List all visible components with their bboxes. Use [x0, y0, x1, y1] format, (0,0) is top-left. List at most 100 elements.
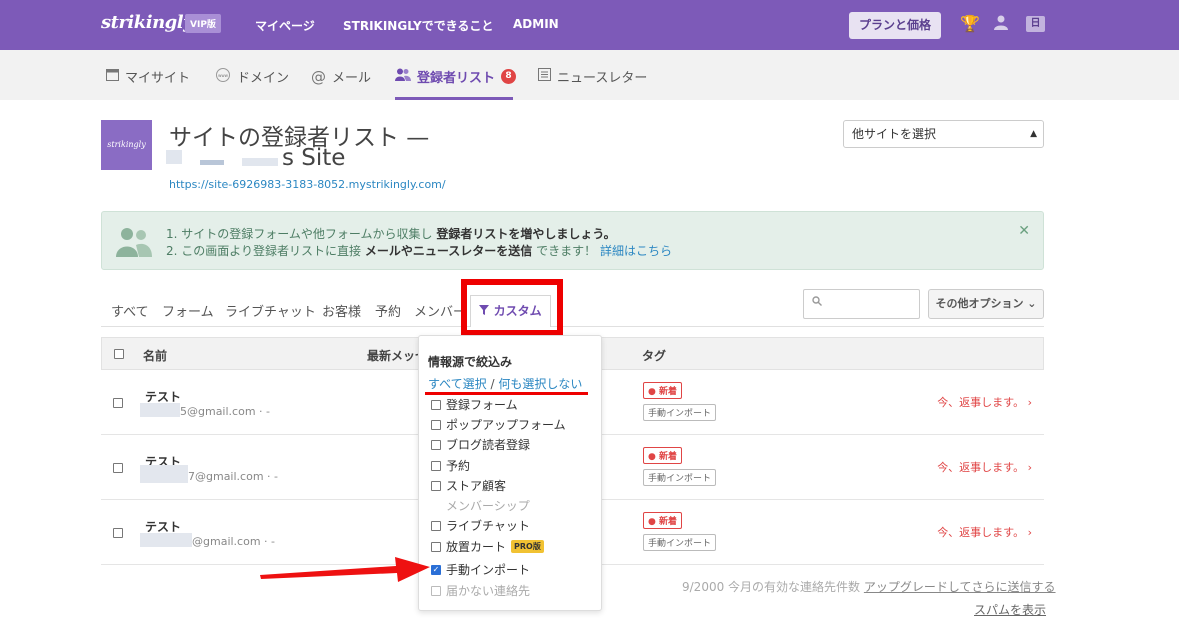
www-icon: www	[215, 67, 231, 86]
chevron-right-icon: ›	[1027, 526, 1032, 539]
at-icon: @	[311, 67, 326, 86]
contact-email: 5@gmail.com · -	[180, 405, 270, 418]
filter-option-popup-form[interactable]: ポップアップフォーム	[431, 416, 566, 433]
subnav-domain[interactable]: www ドメイン	[215, 67, 289, 86]
strikingly-logo[interactable]: strikingly	[101, 12, 194, 33]
tabs-divider	[101, 326, 1044, 327]
select-none-link[interactable]: 何も選択しない	[498, 377, 582, 391]
tab-all[interactable]: すべて	[111, 301, 149, 320]
show-spam-link[interactable]: スパムを表示	[974, 601, 1046, 618]
details-link[interactable]: 詳細はこちら	[600, 244, 672, 258]
user-icon[interactable]	[993, 14, 1009, 34]
column-name: 名前	[143, 349, 168, 363]
redacted-text	[200, 160, 224, 165]
people-icon	[395, 68, 411, 85]
contact-email: @gmail.com · -	[192, 535, 275, 548]
window-icon	[106, 68, 119, 85]
redacted-text	[242, 158, 278, 166]
vip-badge: VIP版	[185, 14, 221, 33]
filter-option-store-customers[interactable]: ストア顧客	[431, 477, 506, 494]
subnav-label: 登録者リスト	[417, 71, 496, 86]
option-checkbox[interactable]	[431, 439, 441, 450]
option-checkbox[interactable]	[431, 419, 441, 430]
filter-option-undeliverable[interactable]: 届かない連絡先	[431, 582, 530, 599]
tab-form[interactable]: フォーム	[162, 301, 214, 320]
separator: /	[490, 377, 495, 391]
option-checkbox[interactable]	[431, 399, 441, 410]
source-filter-dropdown: 情報源で絞込み すべて選択 / 何も選択しない 登録フォーム ポップアップフォー…	[418, 335, 602, 611]
subnav-mail[interactable]: @ メール	[311, 67, 372, 87]
contact-count: 9/2000 今月の有効な連絡先件数 アップグレードしてさらに送信する	[682, 580, 1056, 594]
tab-members[interactable]: メンバー	[414, 301, 462, 320]
column-tags: タグ	[642, 349, 667, 363]
row-checkbox[interactable]	[113, 528, 123, 538]
select-links: すべて選択 / 何も選択しない	[428, 375, 582, 392]
select-value: 他サイトを選択	[852, 127, 937, 141]
tab-live-chat[interactable]: ライブチャット	[225, 301, 316, 320]
annotation-underline	[425, 392, 588, 395]
chevron-right-icon: ›	[1027, 396, 1032, 409]
plan-pricing-button[interactable]: プランと価格	[849, 12, 941, 39]
tag-manual-import: 手動インポート	[643, 534, 717, 551]
dropdown-title: 情報源で絞込み	[428, 355, 513, 369]
top-bar: strikingly VIP版 マイページ STRIKINGLYでできること A…	[0, 0, 1179, 50]
pro-badge: PRO版	[511, 540, 544, 553]
upgrade-link[interactable]: アップグレードしてさらに送信する	[864, 580, 1056, 594]
nav-features[interactable]: STRIKINGLYでできること	[343, 17, 493, 34]
annotation-arrow-icon	[258, 553, 433, 592]
tag-new: ● 新着	[643, 447, 682, 464]
select-arrows-icon: ▲	[1030, 129, 1037, 139]
tag-manual-import: 手動インポート	[643, 469, 717, 486]
row-checkbox[interactable]	[113, 398, 123, 408]
subnav-label: メール	[332, 71, 372, 86]
subnav-label: ドメイン	[237, 71, 290, 86]
other-options-button[interactable]: その他オプション ⌄	[928, 289, 1044, 319]
tab-customers[interactable]: お客様	[322, 301, 361, 320]
language-button[interactable]: 日	[1026, 16, 1045, 32]
info-banner: 1. サイトの登録フォームや他フォームから収集し 登録者リストを増やしましょう。…	[101, 211, 1044, 270]
select-all-link[interactable]: すべて選択	[428, 377, 487, 391]
row-checkbox[interactable]	[113, 463, 123, 473]
redacted-text	[140, 403, 180, 417]
search-input[interactable]	[803, 289, 920, 319]
redacted-text	[140, 465, 188, 483]
tag-manual-import: 手動インポート	[643, 404, 717, 421]
trophy-icon[interactable]: 🏆	[960, 14, 980, 33]
page-title-site: s Site	[282, 145, 346, 171]
other-site-select[interactable]: 他サイトを選択 ▲	[843, 120, 1044, 148]
banner-line-1: 1. サイトの登録フォームや他フォームから収集し 登録者リストを増やしましょう。	[166, 227, 616, 241]
filter-option-booking[interactable]: 予約	[431, 457, 470, 474]
subnav-my-sites[interactable]: マイサイト	[106, 67, 190, 86]
option-checkbox[interactable]	[431, 520, 441, 531]
option-checkbox[interactable]	[431, 541, 441, 552]
option-checkbox[interactable]	[431, 480, 441, 491]
tag-new: ● 新着	[643, 382, 682, 399]
nav-admin[interactable]: ADMIN	[513, 17, 559, 31]
tab-booking[interactable]: 予約	[375, 301, 401, 320]
banner-line-2: 2. この画面より登録者リストに直接 メールやニュースレターを送信 できます！ …	[166, 244, 672, 258]
filter-option-manual-import[interactable]: ✓ 手動インポート	[431, 561, 530, 578]
chevron-right-icon: ›	[1027, 461, 1032, 474]
svg-text:www: www	[218, 73, 229, 78]
reply-link[interactable]: 今、返事します。 ›	[937, 524, 1032, 540]
newsletter-icon	[538, 68, 551, 85]
subnav-subscriber-list[interactable]: 登録者リスト 8	[395, 67, 517, 86]
filter-option-membership: メンバーシップ	[446, 499, 530, 513]
contact-email: 7@gmail.com · -	[188, 470, 278, 483]
sub-nav: マイサイト www ドメイン @ メール 登録者リスト 8 ニュースレター	[0, 50, 1179, 100]
notification-badge: 8	[501, 69, 517, 84]
site-url-link[interactable]: https://site-6926983-3183-8052.mystrikin…	[169, 178, 446, 191]
reply-link[interactable]: 今、返事します。 ›	[937, 394, 1032, 410]
close-icon[interactable]: ✕	[1018, 223, 1030, 239]
subnav-newsletter[interactable]: ニュースレター	[538, 67, 647, 86]
reply-link[interactable]: 今、返事します。 ›	[937, 459, 1032, 475]
redacted-text	[140, 533, 192, 547]
filter-option-blog-subscribers[interactable]: ブログ読者登録	[431, 436, 530, 453]
option-checkbox[interactable]	[431, 460, 441, 471]
filter-option-live-chat[interactable]: ライブチャット	[431, 517, 530, 534]
nav-mypage[interactable]: マイページ	[255, 17, 315, 34]
filter-option-signup-form[interactable]: 登録フォーム	[431, 396, 518, 413]
select-all-checkbox[interactable]	[114, 349, 124, 359]
filter-option-abandoned-cart[interactable]: 放置カート PRO版	[431, 538, 544, 555]
subnav-label: マイサイト	[125, 71, 191, 86]
